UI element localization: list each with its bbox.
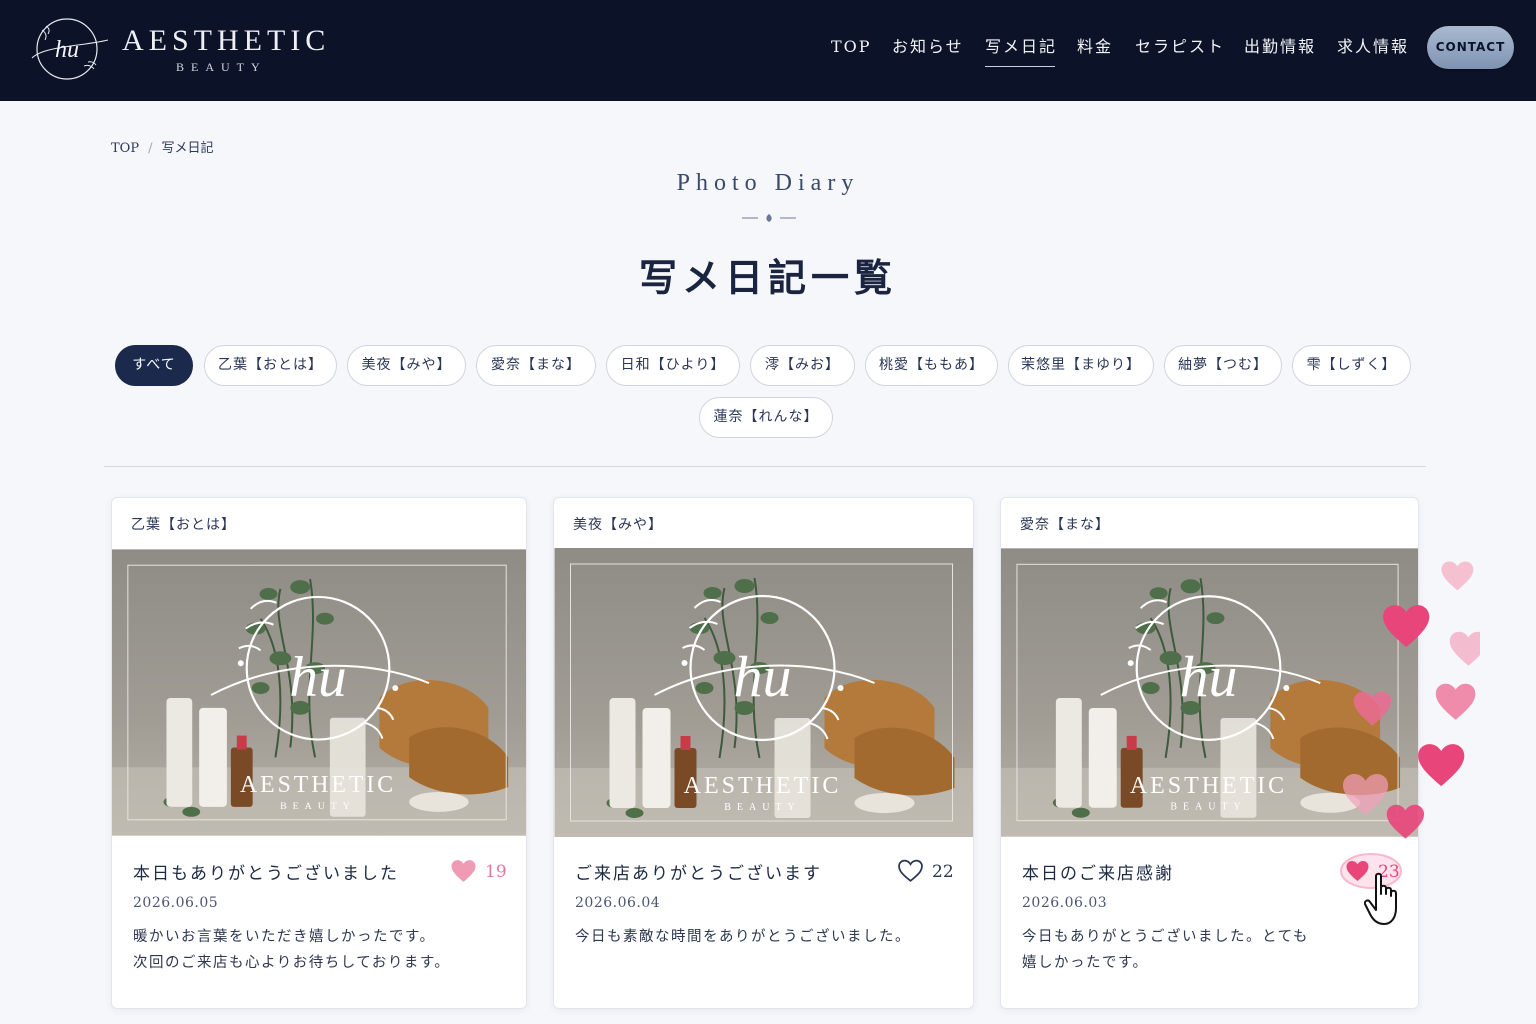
filter-chip-momoa[interactable]: 桃愛【ももあ】	[865, 345, 998, 386]
breadcrumb: TOP / 写メ日記	[111, 137, 213, 156]
photo-logo-sub: BEAUTY	[1170, 802, 1246, 813]
breadcrumb-current: 写メ日記	[161, 141, 214, 156]
card-excerpt-line: 今日も素敵な時間をありがとうございました。	[575, 929, 911, 945]
photo-logo-name: AESTHETIC	[240, 772, 396, 798]
heart-filled-icon	[451, 860, 476, 882]
nav-item-recruit[interactable]: 求人情報	[1337, 37, 1409, 57]
card-photo-image: hu AESTHETIC BEAUTY	[1001, 548, 1418, 837]
site-header: hu AESTHETIC BEAUTY TOP お知らせ 写メ日記 料金 セラピ…	[0, 0, 1536, 101]
card-therapist-name: 美夜【みや】	[573, 517, 663, 533]
card-excerpt: 今日も素敵な時間をありがとうございました。	[575, 924, 911, 950]
nav-item-pricing[interactable]: 料金	[1077, 37, 1113, 57]
card-excerpt: 今日もありがとうございました。とても 嬉しかったです。	[1022, 924, 1309, 976]
card-photo[interactable]: hu AESTHETIC BEAUTY	[554, 548, 973, 837]
card-excerpt-line: 今日もありがとうございました。とても	[1022, 929, 1309, 945]
card-excerpt: 暖かいお言葉をいただき嬉しかったです。 次回のご来店も心よりお待ちしております。	[133, 924, 450, 976]
card-title[interactable]: ご来店ありがとうございます	[575, 859, 822, 884]
card-title[interactable]: 本日のご来店感謝	[1022, 859, 1174, 884]
card-excerpt-line: 暖かいお言葉をいただき嬉しかったです。	[133, 929, 436, 945]
card-date: 2026.06.05	[133, 895, 219, 911]
like-button[interactable]: 19	[450, 857, 520, 885]
contact-button[interactable]: CONTACT	[1427, 26, 1514, 69]
like-button[interactable]: 22	[897, 857, 967, 885]
filter-chip-shizuku[interactable]: 雫【しずく】	[1292, 345, 1411, 386]
filter-chip-tsumu[interactable]: 紬夢【つむ】	[1164, 345, 1282, 386]
card-photo-image: hu AESTHETIC BEAUTY	[554, 548, 973, 837]
ornament-divider-icon	[742, 214, 796, 222]
like-count: 19	[485, 862, 507, 882]
section-subtitle: Photo Diary	[676, 170, 860, 196]
nav-item-top[interactable]: TOP	[831, 37, 872, 57]
heart-outline-icon	[898, 859, 923, 882]
filter-chip-hiyori[interactable]: 日和【ひより】	[606, 345, 740, 386]
nav-item-schedule[interactable]: 出勤情報	[1244, 37, 1316, 57]
card-date: 2026.06.03	[1022, 895, 1108, 911]
diary-card[interactable]: 愛奈【まな】 hu AESTHETIC BEAUTY 本日のご来店感謝 23 2…	[1000, 497, 1419, 1009]
card-excerpt-line: 次回のご来店も心よりお待ちしております。	[133, 955, 451, 971]
filter-chip-miya[interactable]: 美夜【みや】	[347, 345, 466, 386]
photo-logo-emblem: hu	[289, 646, 346, 709]
filter-chip-renna[interactable]: 蓮奈【れんな】	[699, 397, 833, 438]
card-excerpt-line: 嬉しかったです。	[1022, 955, 1149, 971]
nav-item-therapists[interactable]: セラピスト	[1135, 37, 1225, 57]
nav-item-photo-diary[interactable]: 写メ日記	[985, 37, 1057, 67]
photo-logo-name: AESTHETIC	[1130, 773, 1287, 799]
photo-logo-sub: BEAUTY	[280, 801, 356, 812]
main-nav: TOP お知らせ 写メ日記 料金 セラピスト 出勤情報 求人情報	[0, 37, 1536, 67]
filter-chip-mana[interactable]: 愛奈【まな】	[476, 345, 596, 386]
like-count: 22	[932, 862, 954, 882]
filter-chip-mayuri[interactable]: 茉悠里【まゆり】	[1008, 345, 1154, 386]
nav-item-news[interactable]: お知らせ	[892, 37, 964, 57]
card-photo-image: hu AESTHETIC BEAUTY	[112, 548, 526, 837]
photo-logo-emblem: hu	[734, 644, 792, 709]
page-title: 写メ日記一覧	[638, 255, 897, 300]
breadcrumb-home-link[interactable]: TOP	[111, 141, 139, 156]
diary-card[interactable]: 乙葉【おとは】 hu AESTHETIC BEAUTY 本日もありがとうございま…	[111, 497, 527, 1009]
card-photo[interactable]: hu AESTHETIC BEAUTY	[1001, 548, 1418, 837]
photo-logo-sub: BEAUTY	[724, 802, 801, 813]
section-divider	[104, 466, 1426, 467]
photo-logo-name: AESTHETIC	[684, 773, 842, 799]
filter-chip-all[interactable]: すべて	[115, 345, 193, 386]
hand-pointer-cursor-icon	[1364, 872, 1397, 925]
card-title[interactable]: 本日もありがとうございました	[133, 859, 399, 884]
card-date: 2026.06.04	[575, 895, 661, 911]
breadcrumb-separator: /	[148, 141, 153, 156]
card-photo[interactable]: hu AESTHETIC BEAUTY	[112, 548, 526, 837]
photo-logo-emblem: hu	[1180, 644, 1238, 709]
card-therapist-name: 乙葉【おとは】	[131, 517, 236, 533]
filter-chip-mio[interactable]: 澪【みお】	[750, 345, 855, 386]
filter-chip-otoha[interactable]: 乙葉【おとは】	[204, 345, 337, 386]
diary-card[interactable]: 美夜【みや】 hu AESTHETIC BEAUTY ご来店ありがとうございます…	[553, 497, 974, 1009]
card-therapist-name: 愛奈【まな】	[1020, 517, 1110, 533]
